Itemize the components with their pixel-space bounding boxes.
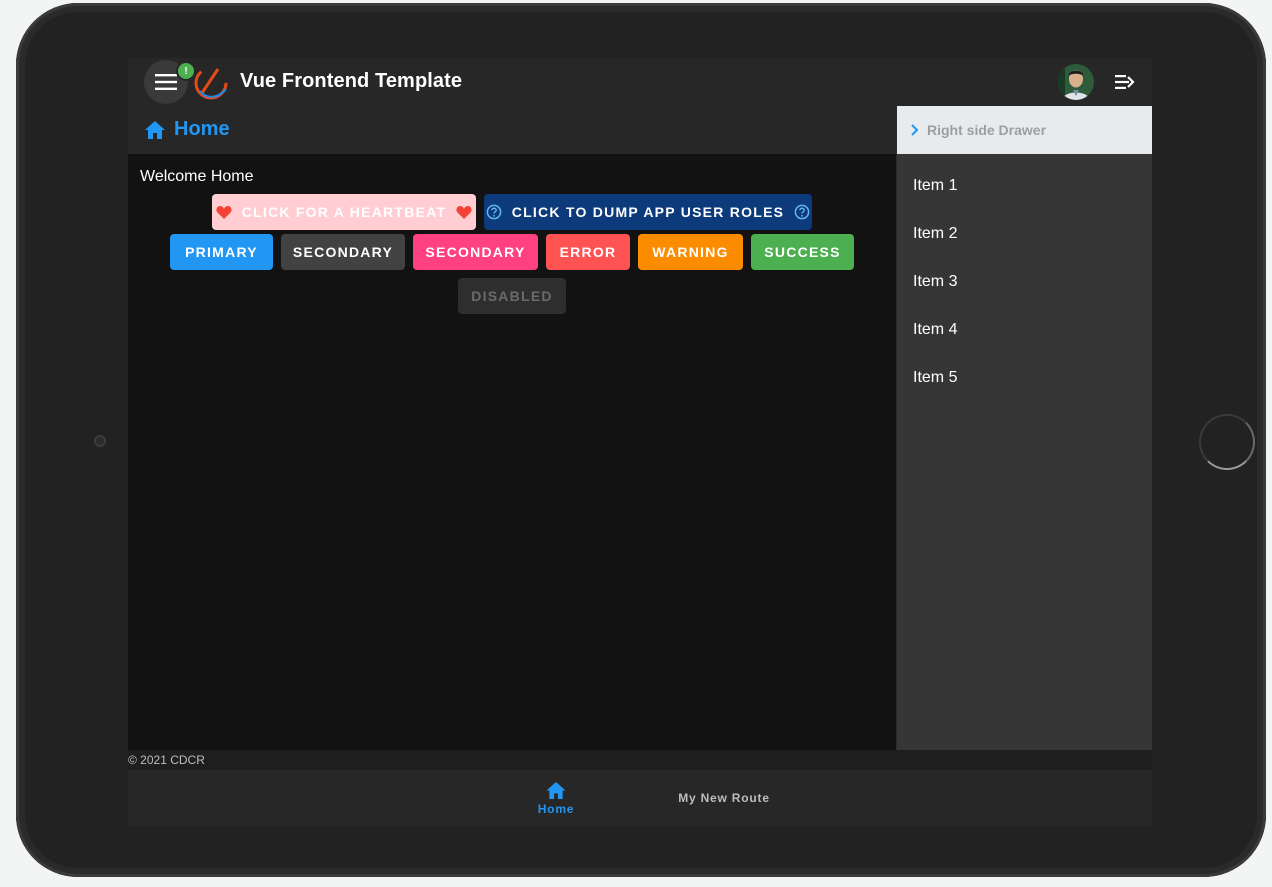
- drawer-item-label: Item 1: [913, 177, 958, 194]
- right-drawer-title: Right side Drawer: [927, 122, 1047, 138]
- footer: © 2021 CDCR: [128, 750, 1152, 770]
- bottom-navigation: Home My New Route: [128, 770, 1152, 826]
- page-title: Home: [174, 118, 230, 140]
- heartbeat-button-label: Click for a heartbeat: [241, 204, 447, 220]
- secondary-button[interactable]: Secondary: [281, 234, 405, 270]
- app-title: Vue Frontend Template: [240, 70, 463, 92]
- right-drawer-toggle[interactable]: [1112, 70, 1136, 94]
- home-icon: [546, 781, 566, 799]
- page-header: Home: [128, 106, 896, 154]
- hamburger-icon: [155, 74, 177, 90]
- device-home-button[interactable]: [1199, 414, 1255, 470]
- drawer-item-label: Item 5: [913, 369, 958, 386]
- drawer-item[interactable]: Item 3: [897, 258, 1152, 306]
- bottom-nav-home[interactable]: Home: [524, 770, 588, 826]
- chevron-right-icon: [911, 124, 919, 136]
- drawer-item[interactable]: Item 5: [897, 354, 1152, 402]
- help-circle-icon: [486, 204, 502, 220]
- copyright-text: © 2021 CDCR: [128, 753, 205, 767]
- error-button[interactable]: Error: [546, 234, 630, 270]
- bottom-nav-my-new-route[interactable]: My New Route: [668, 770, 780, 826]
- app-bar: ! Vue Frontend Template: [128, 58, 1152, 106]
- heart-icon: [456, 205, 472, 219]
- drawer-item-label: Item 2: [913, 225, 958, 242]
- bottom-nav-home-label: Home: [537, 801, 575, 816]
- drawer-item[interactable]: Item 4: [897, 306, 1152, 354]
- help-circle-icon: [794, 204, 810, 220]
- drawer-item-label: Item 4: [913, 321, 958, 338]
- right-drawer-header[interactable]: Right side Drawer: [897, 106, 1152, 154]
- app-screen: ! Vue Frontend Template Home Welcome Hom…: [128, 58, 1152, 826]
- drawer-item[interactable]: Item 1: [897, 162, 1152, 210]
- page-title-link[interactable]: Home: [144, 118, 230, 141]
- disabled-button: Disabled: [458, 278, 566, 314]
- drawer-item[interactable]: Item 2: [897, 210, 1152, 258]
- user-avatar[interactable]: [1058, 64, 1094, 100]
- welcome-text: Welcome Home: [140, 168, 254, 185]
- drawer-item-label: Item 3: [913, 273, 958, 290]
- secondary-accent-button[interactable]: Secondary: [413, 234, 538, 270]
- heart-icon: [216, 205, 232, 219]
- success-button[interactable]: Success: [751, 234, 854, 270]
- app-logo: [194, 66, 228, 100]
- user-photo: [1058, 64, 1094, 100]
- primary-button[interactable]: Primary: [170, 234, 273, 270]
- front-camera: [94, 435, 106, 447]
- home-icon: [145, 120, 165, 139]
- right-drawer: Right side Drawer Item 1 Item 2 Item 3 I…: [896, 106, 1152, 750]
- warning-button[interactable]: Warning: [638, 234, 743, 270]
- menu-open-icon: [1115, 75, 1135, 89]
- dump-roles-button[interactable]: Click to dump app user roles: [484, 194, 812, 230]
- dump-roles-button-label: Click to dump app user roles: [511, 204, 785, 220]
- main-content: Welcome Home Click for a heartbeat Click…: [128, 154, 896, 750]
- bottom-nav-my-new-route-label: My New Route: [678, 791, 770, 805]
- heartbeat-button[interactable]: Click for a heartbeat: [212, 194, 476, 230]
